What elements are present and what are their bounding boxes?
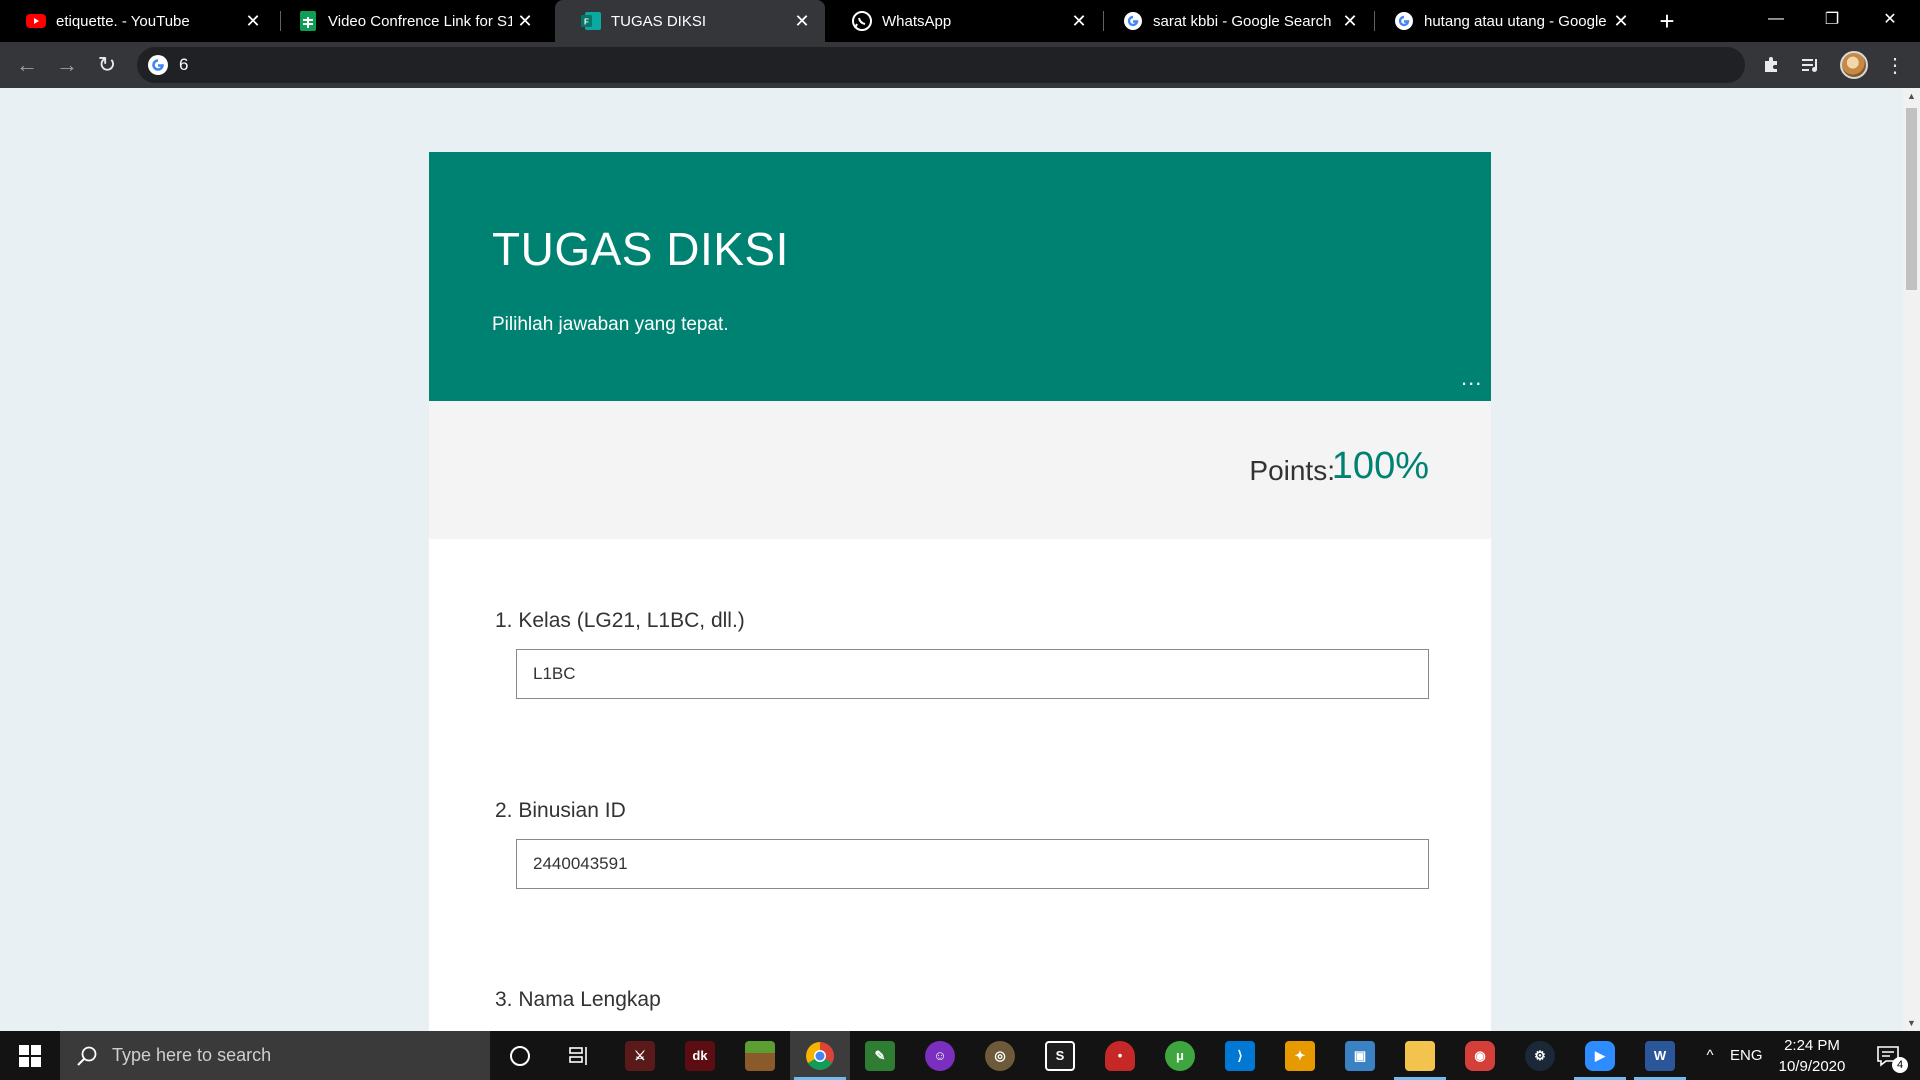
tab-google-search-2[interactable]: hutang atau utang - Google ✕ [1368,0,1644,42]
vscode-icon[interactable]: ⟩ [1210,1031,1270,1080]
close-tab-icon[interactable]: ✕ [240,8,266,34]
menu-icon[interactable]: ⋮ [1880,50,1910,80]
tab-whatsapp[interactable]: WhatsApp ✕ [826,0,1102,42]
close-tab-icon[interactable]: ✕ [789,8,815,34]
more-options-icon[interactable]: ... [1461,367,1482,389]
start-button[interactable] [0,1031,60,1080]
discord-like-icon[interactable]: ☺ [910,1031,970,1080]
points-label: Points: [1249,455,1335,486]
question-label: 3. Nama Lengkap [495,988,661,1011]
close-window-icon[interactable]: ✕ [1862,0,1918,38]
tab-title: Video Confrence Link for S1 - [328,12,512,30]
tab-sheets[interactable]: Video Confrence Link for S1 - ✕ [272,0,548,42]
points-summary: Points: 100% [429,401,1491,539]
windows-icon [19,1044,41,1067]
google-icon [1123,11,1143,31]
tab-title: TUGAS DIKSI [611,12,707,30]
google-sheets-icon [298,11,318,31]
address-bar[interactable]: 6 [137,47,1745,83]
file-explorer-icon[interactable] [1390,1031,1450,1080]
sublime-icon[interactable]: S [1030,1031,1090,1080]
tab-tugas-diksi[interactable]: F TUGAS DIKSI ✕ [555,0,825,42]
google-icon [1394,11,1414,31]
tab-title: sarat kbbi - Google Search [1153,12,1332,30]
page-content: TUGAS DIKSI Pilihlah jawaban yang tepat.… [0,88,1903,1031]
windows-taskbar: Type here to search ⚔ dk ✎ ☺ ◎ S • μ ⟩ ✦… [0,1031,1920,1080]
extensions-icon[interactable] [1756,50,1786,80]
new-tab-button[interactable]: + [1652,6,1682,36]
language-indicator[interactable]: ENG [1730,1031,1763,1080]
browser-toolbar: ← → ↻ 6 ⋮ [0,42,1920,88]
scrollbar-thumb[interactable] [1906,108,1917,290]
close-tab-icon[interactable]: ✕ [1337,8,1363,34]
back-icon[interactable]: ← [10,48,44,82]
points-value: 100% [1331,445,1429,487]
cortana-icon[interactable] [490,1031,550,1080]
question-label: 1. Kelas (LG21, L1BC, dll.) [495,609,745,632]
scroll-down-icon[interactable]: ▼ [1903,1015,1920,1031]
reload-icon[interactable]: ↻ [90,48,124,82]
form-description: Pilihlah jawaban yang tepat. [492,314,729,335]
notification-center-icon[interactable]: 4 [1866,1031,1910,1080]
restore-icon[interactable]: ❐ [1804,0,1860,38]
form-title: TUGAS DIKSI [492,223,789,275]
taskbar-search[interactable]: Type here to search [60,1031,490,1080]
game-icon[interactable]: ⚔ [610,1031,670,1080]
scroll-up-icon[interactable]: ▲ [1903,88,1920,104]
steam-icon[interactable]: ⚙ [1510,1031,1570,1080]
form-header: TUGAS DIKSI Pilihlah jawaban yang tepat.… [429,152,1491,401]
minimize-icon[interactable]: — [1748,0,1804,38]
zoom-icon[interactable]: ▶ [1570,1031,1630,1080]
question-3: 3. Nama Lengkap [495,988,661,1012]
close-tab-icon[interactable]: ✕ [1608,8,1634,34]
tab-title: WhatsApp [882,12,952,30]
address-text: 6 [179,55,189,74]
tab-google-search-1[interactable]: sarat kbbi - Google Search ✕ [1097,0,1373,42]
show-hidden-icons-icon[interactable]: ^ [1696,1031,1724,1080]
minecraft-icon[interactable] [730,1031,790,1080]
word-icon[interactable]: W [1630,1031,1690,1080]
tab-youtube[interactable]: etiquette. - YouTube ✕ [0,0,276,42]
search-icon [77,1046,97,1066]
system-clock[interactable]: 2:24 PM 10/9/2020 [1764,1035,1860,1077]
close-tab-icon[interactable]: ✕ [512,8,538,34]
tab-title: etiquette. - YouTube [56,12,190,30]
youtube-icon [26,11,46,31]
microsoft-forms-icon: F [581,11,601,31]
task-view-icon[interactable] [550,1031,610,1080]
forward-icon[interactable]: → [50,48,84,82]
google-icon [148,55,168,75]
mushroom-icon[interactable]: • [1090,1031,1150,1080]
clock-date: 10/9/2020 [1778,1058,1846,1075]
answer-field[interactable]: 2440043591 [516,839,1429,889]
whatsapp-icon [852,11,872,31]
league-icon[interactable]: ◎ [970,1031,1030,1080]
vertical-scrollbar[interactable]: ▲ ▼ [1903,88,1920,1031]
dk-icon[interactable]: dk [670,1031,730,1080]
utorrent-icon[interactable]: μ [1150,1031,1210,1080]
media-control-icon[interactable] [1796,50,1826,80]
tab-strip: etiquette. - YouTube ✕ Video Confrence L… [0,0,1920,42]
notepad-icon[interactable]: ✎ [850,1031,910,1080]
cs-icon[interactable]: ✦ [1270,1031,1330,1080]
question-1: 1. Kelas (LG21, L1BC, dll.) L1BC [495,609,1429,699]
tab-title: hutang atau utang - Google [1424,12,1607,30]
chrome-icon[interactable] [790,1031,850,1080]
form-card: TUGAS DIKSI Pilihlah jawaban yang tepat.… [429,152,1491,1031]
question-label: 2. Binusian ID [495,799,626,822]
clock-time: 2:24 PM [1784,1037,1840,1054]
profile-avatar[interactable] [1840,51,1868,79]
svg-text:F: F [584,18,589,27]
paint-icon[interactable]: ▣ [1330,1031,1390,1080]
close-tab-icon[interactable]: ✕ [1066,8,1092,34]
chat-icon[interactable]: ◉ [1450,1031,1510,1080]
notification-count-badge: 4 [1892,1057,1908,1073]
question-2: 2. Binusian ID 2440043591 [495,799,1429,889]
answer-field[interactable]: L1BC [516,649,1429,699]
search-placeholder: Type here to search [112,1045,272,1065]
